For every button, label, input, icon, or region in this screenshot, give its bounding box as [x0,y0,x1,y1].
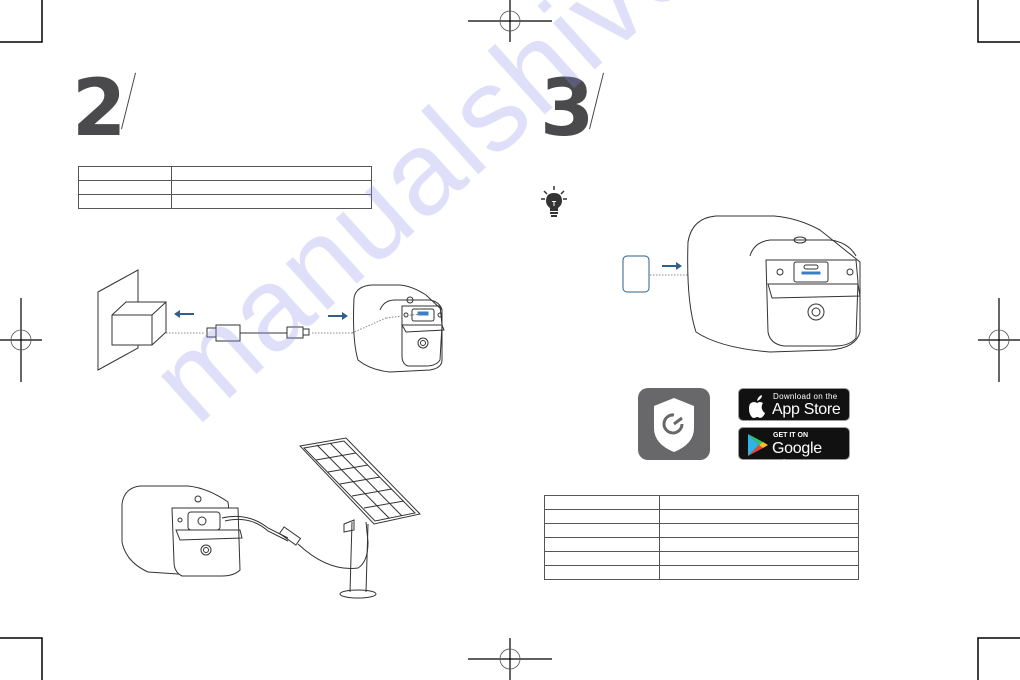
table-row [544,537,859,552]
table-cell [659,495,859,510]
table-row [544,509,859,524]
camera-body [687,215,861,353]
table-cell [78,180,172,195]
table-cell [78,194,172,209]
arrow-left-icon [174,310,194,318]
app-store-badge[interactable]: Download on the App Store [738,388,850,421]
step-number-2: 2 [72,64,126,154]
step-number-3: 3 [540,64,594,154]
lightbulb-tip-icon: T [541,186,567,217]
table-cell [544,551,660,566]
registration-mark-left [0,298,42,382]
crop-mark-bottom-right [977,637,1020,680]
table-cell [171,194,372,209]
table-cell [544,523,660,538]
table-cell [544,537,660,552]
table-cell [544,509,660,524]
usb-a-plug [206,327,217,338]
tip-letter: T [552,201,557,208]
shield-icon [654,398,694,452]
crop-mark-top-right [977,0,1020,43]
solar-panel [298,437,421,525]
camera-body [351,284,445,373]
google-play-logo-icon [748,434,768,456]
table-row [544,495,859,510]
table-row [544,551,859,566]
table-cell [544,565,660,580]
registration-mark-top [468,0,552,42]
solar-panel-to-camera-diagram [121,437,421,599]
table-cell [659,565,859,580]
table-row [544,523,859,538]
wall-charger-to-camera-diagram [97,269,445,373]
table-row [78,194,372,209]
wall-charger [111,301,167,346]
table-cell [659,537,859,552]
crop-mark-bottom-left [0,637,43,680]
table-cell [659,551,859,566]
sd-card-insert-camera-diagram [622,215,861,353]
left-spec-table [78,166,372,209]
eufy-security-app-icon[interactable] [638,388,710,460]
table-row [78,166,372,181]
table-row [544,565,859,580]
table-cell [171,166,372,181]
apple-logo-icon [749,395,765,418]
table-cell [544,495,660,510]
registration-mark-bottom [468,638,552,680]
app-store-big-text: App Store [772,401,841,418]
google-play-big-text: Google Play [772,440,822,475]
right-spec-table [544,495,859,580]
table-cell [78,166,172,181]
arrow-right-icon [328,312,348,320]
table-cell [659,523,859,538]
registration-mark-right [978,298,1020,382]
google-play-small-text: GET IT ON [773,432,808,439]
app-store-small-text: Download on the [773,392,838,401]
table-cell [171,180,372,195]
table-row [78,180,372,195]
table-cell [659,509,859,524]
usb-c-plug [286,326,304,339]
solar-panel-stand [349,521,369,593]
sd-card [622,255,650,293]
google-play-badge[interactable]: GET IT ON Google Play [738,427,850,475]
arrow-right-icon [662,262,682,270]
crop-mark-top-left [0,0,43,43]
